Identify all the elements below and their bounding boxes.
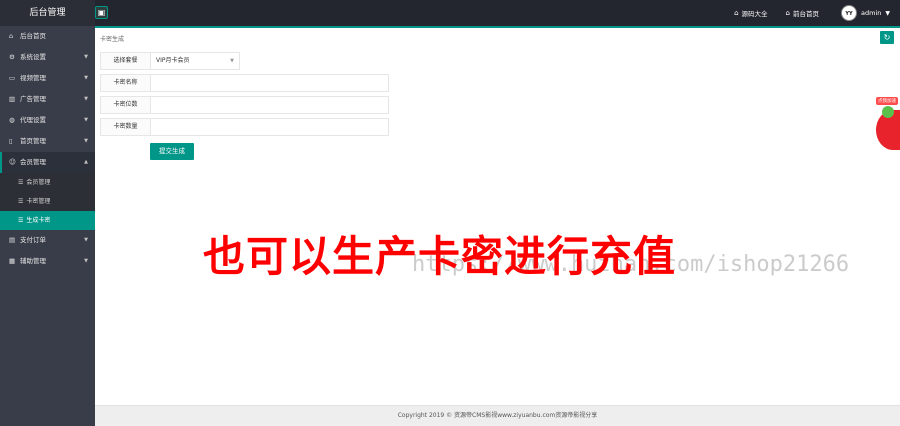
- list-icon: ☰: [18, 179, 24, 186]
- user-icon: ☺: [9, 158, 16, 166]
- sidebar-subitem-label: 生成卡密: [26, 217, 51, 224]
- source-code-link[interactable]: ⌂ 源码大全: [734, 8, 767, 18]
- brand-title[interactable]: 后台管理: [0, 0, 95, 26]
- submit-generate-button[interactable]: 提交生成: [150, 143, 194, 160]
- package-select-value: VIP月卡会员: [156, 57, 190, 64]
- refresh-button[interactable]: ↻: [880, 31, 894, 44]
- sidebar-item-home[interactable]: ⌂ 后台首页: [0, 26, 95, 47]
- chevron-down-icon: ▼: [230, 58, 234, 64]
- chevron-down-icon: ▼: [84, 117, 88, 123]
- card-digits-input[interactable]: [151, 96, 389, 114]
- sidebar-item-tools[interactable]: ▦ 辅助管理 ▼: [0, 251, 95, 272]
- promo-banner-text: 也可以生产卡密进行充值: [203, 232, 677, 281]
- sidebar-subitem-label: 会员管理: [26, 179, 51, 186]
- card-digits-label: 卡密位数: [100, 96, 151, 114]
- package-select[interactable]: VIP月卡会员 ▼: [151, 52, 240, 70]
- home-icon: ⌂: [9, 32, 14, 40]
- user-name[interactable]: admin: [861, 9, 881, 17]
- form-row-card-name: 卡密名称: [100, 74, 389, 92]
- sidebar-item-label: 后台首页: [20, 32, 46, 40]
- sidebar: ⌂ 后台首页 ⚙ 系统设置 ▼ ▭ 视频管理 ▼ ▥ 广告管理 ▼ ◍ 代理设置…: [0, 26, 95, 426]
- chevron-down-icon[interactable]: ▼: [885, 10, 890, 17]
- monitor-icon: ▭: [9, 74, 16, 82]
- float-accelerate-widget[interactable]: 点我加速: [872, 94, 900, 154]
- chevron-down-icon: ▼: [84, 75, 88, 81]
- sidebar-subitem-label: 卡密管理: [26, 198, 51, 205]
- sidebar-item-label: 支付订单: [20, 236, 46, 244]
- order-icon: ▤: [9, 236, 16, 244]
- sidebar-subitem-member-manage[interactable]: ☰ 会员管理: [0, 173, 95, 192]
- sidebar-item-label: 系统设置: [20, 53, 46, 61]
- chevron-down-icon: ▼: [84, 96, 88, 102]
- sidebar-item-label: 首页管理: [20, 137, 46, 145]
- top-header: 后台管理 ▣ ⌂ 源码大全 ⌂ 前台首页 YY admin ▼: [0, 0, 900, 26]
- card-name-label: 卡密名称: [100, 74, 151, 92]
- float-green-icon: [882, 106, 894, 118]
- card-count-input[interactable]: [151, 118, 389, 136]
- tools-icon: ▦: [9, 257, 16, 265]
- list-icon: ☰: [18, 198, 24, 205]
- chevron-up-icon: ▲: [84, 159, 88, 165]
- sidebar-item-label: 视频管理: [20, 74, 46, 82]
- ad-icon: ▥: [9, 95, 16, 103]
- sidebar-item-label: 辅助管理: [20, 257, 46, 265]
- sidebar-item-label: 会员管理: [20, 158, 46, 166]
- card-count-label: 卡密数量: [100, 118, 151, 136]
- sidebar-item-system[interactable]: ⚙ 系统设置 ▼: [0, 47, 95, 68]
- footer: Copyright 2019 © 资源帝CMS影视www.ziyuanbu.co…: [95, 405, 900, 426]
- sidebar-item-video[interactable]: ▭ 视频管理 ▼: [0, 68, 95, 89]
- home-icon: ⌂: [785, 9, 790, 17]
- main-content: 卡密生成 ↻ 选择套餐 VIP月卡会员 ▼ 卡密名称 卡密位数 卡密数量 提交生…: [95, 28, 900, 405]
- header-right: ⌂ 源码大全 ⌂ 前台首页 YY admin ▼: [716, 0, 890, 26]
- sidebar-item-homepage[interactable]: ▯ 首页管理 ▼: [0, 131, 95, 152]
- form-row-package: 选择套餐 VIP月卡会员 ▼: [100, 52, 240, 70]
- sidebar-item-label: 广告管理: [20, 95, 46, 103]
- list-icon: ☰: [18, 217, 24, 224]
- sidebar-subitem-card-manage[interactable]: ☰ 卡密管理: [0, 192, 95, 211]
- form-row-card-count: 卡密数量: [100, 118, 389, 136]
- page-icon: ▯: [9, 137, 13, 145]
- chevron-down-icon: ▼: [84, 138, 88, 144]
- frontend-home-link-label: 前台首页: [793, 10, 819, 18]
- float-tag[interactable]: 点我加速: [876, 97, 898, 105]
- breadcrumb: 卡密生成: [100, 36, 125, 43]
- sidebar-item-orders[interactable]: ▤ 支付订单 ▼: [0, 230, 95, 251]
- sidebar-subitem-generate-card[interactable]: ☰ 生成卡密: [0, 211, 95, 230]
- chevron-down-icon: ▼: [84, 258, 88, 264]
- sidebar-item-agent[interactable]: ◍ 代理设置 ▼: [0, 110, 95, 131]
- sidebar-item-ads[interactable]: ▥ 广告管理 ▼: [0, 89, 95, 110]
- card-name-input[interactable]: [151, 74, 389, 92]
- gear-icon: ⚙: [9, 53, 15, 61]
- form-row-card-digits: 卡密位数: [100, 96, 389, 114]
- frontend-home-link[interactable]: ⌂ 前台首页: [786, 8, 819, 18]
- sidebar-item-label: 代理设置: [20, 116, 46, 124]
- avatar[interactable]: YY: [841, 5, 857, 21]
- chevron-down-icon: ▼: [84, 54, 88, 60]
- chevron-down-icon: ▼: [84, 237, 88, 243]
- package-label: 选择套餐: [100, 52, 151, 70]
- sidebar-item-members[interactable]: ☺ 会员管理 ▲: [0, 152, 95, 173]
- sidebar-toggle-icon[interactable]: ▣: [95, 6, 108, 19]
- home-icon: ⌂: [734, 9, 739, 17]
- source-code-link-label: 源码大全: [741, 10, 768, 18]
- sidebar-submenu-members: ☰ 会员管理 ☰ 卡密管理 ☰ 生成卡密: [0, 173, 95, 230]
- globe-icon: ◍: [9, 116, 15, 124]
